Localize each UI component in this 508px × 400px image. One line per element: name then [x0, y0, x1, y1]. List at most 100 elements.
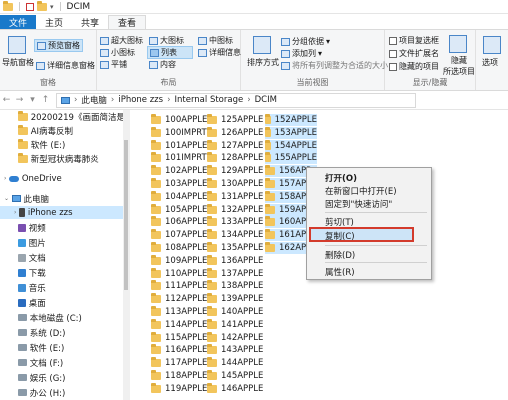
forward-icon[interactable]: → [13, 95, 26, 105]
folder-item[interactable]: 101IMPRT [151, 152, 207, 164]
folder-item[interactable]: 108APPLE [151, 242, 207, 254]
menu-item-copy[interactable]: 复制(C) [325, 230, 355, 242]
sidebar-item-videos[interactable]: 视频 [18, 221, 46, 234]
recent-icon[interactable]: ▾ [26, 95, 39, 105]
folder-item[interactable]: 141APPLE [207, 318, 263, 331]
breadcrumb-dcim[interactable]: DCIM [255, 95, 277, 105]
folder-item[interactable]: 134APPLE [207, 229, 263, 241]
sidebar-item[interactable]: 20200219《画面简洁是拍好拜 [18, 110, 129, 123]
folder-item[interactable]: 102APPLE [151, 165, 207, 177]
chevron-down-icon[interactable]: ⌄ [4, 195, 9, 202]
customize-qa-icon[interactable]: ▾ [50, 3, 54, 11]
layout-list[interactable]: 列表 [147, 46, 193, 59]
sort-by-button[interactable]: 排序方式 [247, 57, 279, 68]
hide-selected-label[interactable]: 隐藏 [451, 55, 467, 66]
menu-item-open-new-window[interactable]: 在新窗口中打开(E) [325, 185, 397, 197]
tab-view[interactable]: 查看 [108, 15, 147, 29]
back-icon[interactable]: ← [0, 95, 13, 105]
folder-item[interactable]: 140APPLE [207, 306, 263, 318]
up-icon[interactable]: ↑ [39, 95, 52, 105]
folder-item[interactable]: 139APPLE [207, 293, 263, 305]
sidebar-item-this-pc[interactable]: ⌄ 此电脑 [4, 192, 49, 205]
details-pane-button[interactable]: 详细信息窗格 [36, 60, 95, 71]
sidebar-item[interactable]: 新型冠状病毒肺炎 [18, 152, 99, 165]
layout-expand-icon[interactable]: ▾ [229, 46, 233, 55]
breadcrumb-pc[interactable]: 此电脑 [81, 94, 107, 106]
folder-item[interactable]: 100IMPRT [151, 126, 207, 139]
sidebar-item-drive[interactable]: 本地磁盘 (C:) [18, 311, 82, 324]
sidebar-item-pictures[interactable]: 图片 [18, 236, 46, 249]
folder-item[interactable]: 130APPLE [207, 178, 263, 190]
layout-large[interactable]: 大图标 [149, 35, 184, 46]
folder-item[interactable]: 100APPLE [151, 114, 207, 126]
hide-selected-label-2[interactable]: 所选项目 [443, 66, 475, 77]
sidebar-item-desktop[interactable]: 桌面 [18, 296, 46, 309]
preview-pane-button[interactable]: 预览窗格 [34, 39, 83, 52]
menu-item-pin-quick-access[interactable]: 固定到"快速访问" [325, 198, 392, 210]
sidebar-item-onedrive[interactable]: › OneDrive [4, 172, 62, 185]
scrollbar-thumb[interactable] [124, 140, 128, 290]
folder-item[interactable]: 107APPLE [151, 229, 207, 241]
folder-item[interactable]: 153APPLE [265, 126, 317, 139]
tab-share[interactable]: 共享 [72, 15, 108, 29]
folder-item[interactable]: 126APPLE [207, 126, 263, 139]
sidebar-item-iphone[interactable]: › iPhone zzs [0, 206, 128, 219]
address-field[interactable]: › 此电脑 › iPhone zzs › Internal Storage › … [56, 92, 416, 108]
sidebar-item-drive[interactable]: 娱乐 (G:) [18, 371, 66, 384]
hide-selected-icon[interactable] [449, 35, 467, 53]
menu-item-properties[interactable]: 属性(R) [325, 266, 355, 278]
folder-item[interactable]: 133APPLE [207, 216, 263, 228]
folder-item[interactable]: 104APPLE [151, 190, 207, 203]
folder-item[interactable]: 125APPLE [207, 114, 263, 126]
fit-columns-button[interactable]: 将所有列调整为合适的大小 [281, 60, 388, 71]
sidebar-item-drive[interactable]: 办公 (H:) [18, 386, 65, 399]
tab-file[interactable]: 文件 [0, 15, 37, 29]
sidebar-item-drive[interactable]: 软件 (E:) [18, 341, 64, 354]
layout-tiles[interactable]: 平铺 [100, 59, 127, 70]
chevron-right-icon[interactable]: › [14, 209, 16, 216]
folder-item[interactable]: 152APPLE [265, 114, 317, 126]
breadcrumb-iphone[interactable]: iPhone zzs [118, 95, 163, 105]
menu-item-delete[interactable]: 删除(D) [325, 249, 355, 261]
folder-item[interactable]: 116APPLE [151, 344, 207, 356]
add-columns-button[interactable]: 添加列 ▾ [281, 48, 322, 59]
tab-home[interactable]: 主页 [36, 15, 72, 29]
folder-item[interactable]: 131APPLE [207, 190, 263, 203]
folder-item[interactable]: 143APPLE [207, 344, 263, 356]
item-checkbox-toggle[interactable]: 项目复选框 [389, 35, 439, 46]
sidebar-item-documents[interactable]: 文档 [18, 251, 46, 264]
folder-item[interactable]: 127APPLE [207, 139, 263, 152]
layout-content[interactable]: 内容 [149, 59, 176, 70]
folder-item[interactable]: 115APPLE [151, 331, 207, 344]
nav-pane-icon[interactable] [8, 36, 26, 54]
folder-item[interactable]: 144APPLE [207, 357, 263, 369]
folder-item[interactable]: 106APPLE [151, 216, 207, 228]
folder-item[interactable]: 101APPLE [151, 139, 207, 152]
sidebar-item[interactable]: AI病毒反制 [18, 124, 73, 137]
folder-item[interactable]: 132APPLE [207, 203, 263, 216]
folder-item[interactable]: 142APPLE [207, 331, 263, 344]
sidebar-item[interactable]: 软件 (E:) [18, 138, 65, 151]
nav-pane-button[interactable]: 导航窗格 [2, 57, 34, 68]
properties-icon[interactable] [26, 2, 34, 11]
sidebar-scrollbar[interactable] [123, 110, 129, 400]
folder-item[interactable]: 146APPLE [207, 382, 263, 395]
sidebar-item-drive[interactable]: 系统 (D:) [18, 326, 65, 339]
folder-item[interactable]: 135APPLE [207, 242, 263, 254]
folder-item[interactable]: 129APPLE [207, 165, 263, 177]
folder-item[interactable]: 103APPLE [151, 178, 207, 190]
folder-item[interactable]: 138APPLE [207, 280, 263, 292]
layout-small[interactable]: 小图标 [100, 47, 135, 58]
folder-item[interactable]: 145APPLE [207, 370, 263, 382]
folder-item[interactable]: 109APPLE [151, 254, 207, 267]
folder-item[interactable]: 113APPLE [151, 306, 207, 318]
folder-item[interactable]: 118APPLE [151, 370, 207, 382]
folder-item[interactable]: 155APPLE [265, 152, 317, 165]
menu-item-open[interactable]: 打开(O) [325, 172, 357, 184]
breadcrumb-internal-storage[interactable]: Internal Storage [174, 95, 243, 105]
options-icon[interactable] [483, 36, 501, 54]
folder-item[interactable]: 136APPLE [207, 254, 263, 267]
layout-extra-large[interactable]: 超大图标 [100, 35, 143, 46]
folder-item[interactable]: 111APPLE [151, 280, 207, 292]
group-by-button[interactable]: 分组依据 ▾ [281, 36, 330, 47]
